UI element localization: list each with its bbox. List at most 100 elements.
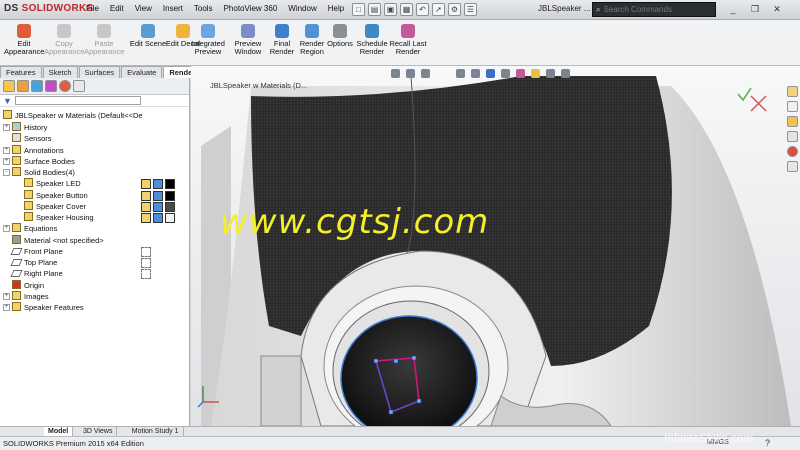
- menu-file[interactable]: File: [86, 4, 99, 13]
- filter-input[interactable]: [14, 96, 141, 105]
- edit-appearance-button[interactable]: Edit Appearance: [4, 22, 44, 64]
- solidworks-resources-icon[interactable]: [787, 86, 798, 97]
- tree-expander[interactable]: -: [3, 169, 10, 176]
- menu-help[interactable]: Help: [328, 4, 344, 13]
- edit-appearance-icon[interactable]: [516, 69, 525, 78]
- copy-appearance-button[interactable]: Copy Appearance: [44, 22, 84, 64]
- tree-item[interactable]: Speaker Housing: [24, 212, 94, 223]
- tree-item[interactable]: Front Plane: [10, 246, 63, 257]
- plane-display-icon[interactable]: [141, 258, 151, 268]
- select-icon[interactable]: ➚: [432, 3, 445, 16]
- tab-evaluate[interactable]: Evaluate: [121, 66, 163, 78]
- sketch-point[interactable]: [388, 409, 394, 415]
- tree-expander[interactable]: +: [3, 225, 10, 233]
- tree-item[interactable]: Origin: [12, 279, 44, 291]
- custom-properties-icon[interactable]: [787, 161, 798, 172]
- tree-item[interactable]: Solid Bodies(4): [12, 167, 75, 178]
- plane-display-icon[interactable]: [141, 246, 151, 257]
- display-pane-icon[interactable]: [561, 69, 570, 78]
- appearance-swatch-icon[interactable]: [153, 179, 163, 190]
- file-explorer-icon[interactable]: [787, 116, 798, 127]
- tree-item[interactable]: Speaker LED: [24, 178, 81, 189]
- appearance-swatch-icon[interactable]: [165, 201, 175, 212]
- design-library-icon[interactable]: [787, 101, 798, 112]
- hide-show-icon[interactable]: [501, 69, 510, 78]
- new-document-icon[interactable]: □: [352, 3, 365, 16]
- menu-tools[interactable]: Tools: [194, 4, 213, 13]
- recall-last-render-button[interactable]: Recall Last Render: [388, 22, 428, 64]
- appearances-scenes-icon[interactable]: [787, 146, 798, 157]
- solidworks-logo[interactable]: DS SOLIDWORKS: [4, 3, 93, 14]
- confirm-corner-icon[interactable]: [737, 87, 752, 102]
- section-view-icon[interactable]: [456, 69, 465, 78]
- tree-expander[interactable]: +: [3, 157, 10, 165]
- minimize-icon[interactable]: _: [724, 3, 742, 16]
- apply-scene-icon[interactable]: [531, 69, 540, 78]
- tree-item[interactable]: Surface Bodies: [12, 155, 75, 167]
- tree-item[interactable]: Sensors: [12, 133, 52, 144]
- appearance-swatch-icon[interactable]: [165, 190, 175, 201]
- tree-item[interactable]: Images: [12, 290, 49, 302]
- search-input[interactable]: [603, 5, 704, 14]
- appearance-swatch-icon[interactable]: [153, 190, 163, 201]
- print-icon[interactable]: ▦: [400, 3, 413, 16]
- display-style-icon[interactable]: [486, 69, 495, 78]
- filter-icon[interactable]: ▼: [3, 96, 12, 106]
- undo-icon[interactable]: ↶: [416, 3, 429, 16]
- configuration-tab-icon[interactable]: [31, 80, 43, 92]
- view-settings-icon[interactable]: [546, 69, 555, 78]
- tree-item[interactable]: History: [12, 122, 47, 133]
- tree-item[interactable]: Speaker Features: [12, 302, 84, 313]
- zoom-area-icon[interactable]: [406, 69, 415, 78]
- search-commands[interactable]: ⌕: [592, 2, 716, 17]
- previous-view-icon[interactable]: [421, 69, 430, 78]
- appearance-swatch-icon[interactable]: [165, 213, 175, 223]
- tree-expander[interactable]: +: [3, 304, 10, 311]
- sketch-point[interactable]: [373, 358, 379, 364]
- appearance-swatch-icon[interactable]: [141, 213, 151, 223]
- tree-item[interactable]: Equations: [12, 223, 57, 234]
- options-gear-icon[interactable]: ☰: [464, 3, 477, 16]
- tree-item[interactable]: Top Plane: [10, 257, 57, 268]
- sketch-point[interactable]: [416, 398, 422, 404]
- tree-item[interactable]: Speaker Button: [24, 189, 88, 201]
- appearance-swatch-icon[interactable]: [165, 179, 175, 190]
- paste-appearance-button[interactable]: Paste Appearance: [84, 22, 124, 64]
- propertymanager-tab-icon[interactable]: [17, 80, 29, 92]
- view-palette-icon[interactable]: [787, 131, 798, 142]
- sketch-point[interactable]: [393, 358, 399, 364]
- appearance-swatch-icon[interactable]: [141, 190, 151, 201]
- tree-expander[interactable]: +: [3, 146, 10, 154]
- integrated-preview-button[interactable]: Integrated Preview: [188, 22, 228, 64]
- tree-expander[interactable]: +: [3, 292, 10, 300]
- menu-insert[interactable]: Insert: [163, 4, 183, 13]
- menu-edit[interactable]: Edit: [110, 4, 124, 13]
- help-icon[interactable]: ?: [765, 438, 770, 448]
- rebuild-icon[interactable]: ⚙: [448, 3, 461, 16]
- tree-item[interactable]: Speaker Cover: [24, 200, 86, 212]
- save-icon[interactable]: ▣: [384, 3, 397, 16]
- edit-scene-button[interactable]: Edit Scene: [128, 22, 168, 64]
- featuremanager-tab-icon[interactable]: [3, 80, 15, 92]
- appearance-swatch-icon[interactable]: [153, 213, 163, 223]
- menu-window[interactable]: Window: [288, 4, 316, 13]
- tree-item[interactable]: Right Plane: [10, 268, 63, 279]
- appearance-swatch-icon[interactable]: [141, 179, 151, 190]
- appearance-tab-icon[interactable]: [59, 80, 71, 92]
- tab-surfaces[interactable]: Surfaces: [78, 66, 121, 78]
- open-icon[interactable]: ▤: [368, 3, 381, 16]
- expand-arrow-icon[interactable]: [73, 80, 85, 92]
- cancel-corner-icon[interactable]: [750, 95, 767, 112]
- tree-expander[interactable]: +: [3, 124, 10, 131]
- appearance-swatch-icon[interactable]: [153, 201, 163, 212]
- tab-features[interactable]: Features: [0, 66, 42, 78]
- graphics-area[interactable]: [191, 66, 800, 426]
- view-orientation-icon[interactable]: [471, 69, 480, 78]
- plane-display-icon[interactable]: [141, 269, 151, 280]
- tree-root[interactable]: JBLSpeaker w Materials (Default<<De: [3, 110, 143, 121]
- tab-sketch[interactable]: Sketch: [42, 66, 78, 78]
- close-icon[interactable]: ✕: [768, 3, 786, 16]
- menu-view[interactable]: View: [135, 4, 152, 13]
- tree-item[interactable]: Annotations: [12, 144, 64, 156]
- tree-item[interactable]: Material <not specified>: [12, 234, 104, 246]
